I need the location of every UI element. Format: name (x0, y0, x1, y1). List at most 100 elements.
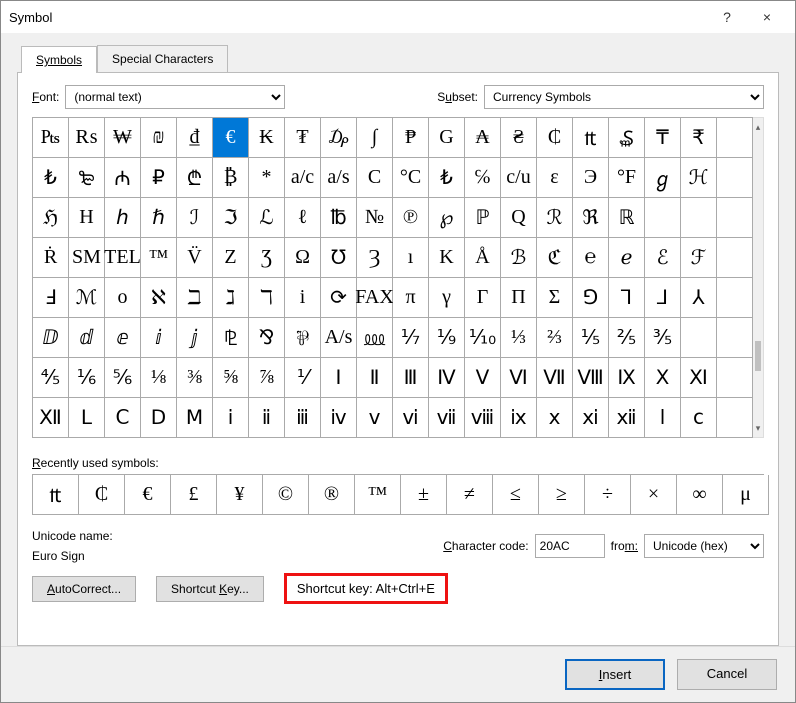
symbol-cell[interactable]: ₱ (393, 118, 429, 158)
symbol-cell[interactable]: ₻ (69, 158, 105, 198)
symbol-cell[interactable]: Ⅹ (645, 358, 681, 398)
symbol-cell[interactable]: Q (501, 198, 537, 238)
recent-symbol-cell[interactable]: ∞ (677, 475, 723, 515)
scroll-thumb[interactable] (755, 341, 761, 371)
symbol-cell[interactable] (717, 358, 753, 398)
symbol-cell[interactable]: ₫ (177, 118, 213, 158)
symbol-cell[interactable]: Ȝ (357, 238, 393, 278)
symbol-cell[interactable]: Ⅎ (33, 278, 69, 318)
symbol-cell[interactable]: °F (609, 158, 645, 198)
recent-symbol-cell[interactable]: ₵ (79, 475, 125, 515)
symbol-cell[interactable]: ⅲ (285, 398, 321, 438)
recent-symbol-cell[interactable]: ® (309, 475, 355, 515)
symbol-cell[interactable]: ⅜ (177, 358, 213, 398)
symbol-cell[interactable]: ℵ (141, 278, 177, 318)
symbol-cell[interactable]: ℑ (213, 198, 249, 238)
recent-symbol-cell[interactable]: × (631, 475, 677, 515)
symbol-cell[interactable]: Ⅾ (141, 398, 177, 438)
symbol-cell[interactable]: ⟳ (321, 278, 357, 318)
symbol-cell[interactable]: ⅽ (681, 398, 717, 438)
symbol-cell[interactable]: γ (429, 278, 465, 318)
symbol-cell[interactable]: ⅔ (537, 318, 573, 358)
insert-button[interactable]: Insert (565, 659, 665, 690)
symbol-cell[interactable]: ο (105, 278, 141, 318)
symbol-cell[interactable]: Ⅴ (465, 358, 501, 398)
symbol-cell[interactable]: ℭ (537, 238, 573, 278)
grid-scrollbar[interactable]: ▴ ▾ (753, 117, 764, 438)
font-select[interactable]: (normal text) (65, 85, 285, 109)
symbol-cell[interactable]: a/s (321, 158, 357, 198)
symbol-cell[interactable]: c/u (501, 158, 537, 198)
recent-symbol-cell[interactable]: μ (723, 475, 769, 515)
symbol-cell[interactable]: ℅ (465, 158, 501, 198)
symbol-cell[interactable]: ₩ (105, 118, 141, 158)
recent-symbol-cell[interactable]: ¥ (217, 475, 263, 515)
symbol-cell[interactable]: H (69, 198, 105, 238)
symbol-cell[interactable]: ₳ (465, 118, 501, 158)
symbol-cell[interactable]: ⅙ (69, 358, 105, 398)
symbol-cell[interactable]: ₼ (105, 158, 141, 198)
recent-symbol-cell[interactable]: ≠ (447, 475, 493, 515)
symbol-cell[interactable]: ℎ (105, 198, 141, 238)
symbol-cell[interactable]: TEL (105, 238, 141, 278)
symbol-cell[interactable]: ₮ (285, 118, 321, 158)
symbol-cell[interactable]: ⅓ (501, 318, 537, 358)
symbol-cell[interactable]: ℬ (501, 238, 537, 278)
symbol-cell[interactable]: ℒ (249, 198, 285, 238)
symbol-cell[interactable]: ℷ (213, 278, 249, 318)
symbol-cell[interactable]: Ⅽ (105, 398, 141, 438)
symbol-cell[interactable]: ⅑ (429, 318, 465, 358)
symbol-cell[interactable]: Ω (285, 238, 321, 278)
symbol-cell[interactable]: Э (573, 158, 609, 198)
symbol-cell[interactable] (717, 318, 753, 358)
symbol-cell[interactable]: Ⅵ (501, 358, 537, 398)
symbol-grid[interactable]: ₧₨₩₪₫€₭₮₯∫₱G₳₴₵₶₷₸₹₺₻₼₽₾₿*a/ca/sC°C₺℅c/u… (32, 117, 753, 438)
tab-special-characters[interactable]: Special Characters (97, 45, 228, 72)
symbol-cell[interactable] (717, 158, 753, 198)
symbol-cell[interactable]: a/c (285, 158, 321, 198)
scroll-down-icon[interactable]: ▾ (753, 419, 763, 437)
symbol-cell[interactable]: Ⅸ (609, 358, 645, 398)
close-button[interactable]: × (747, 3, 787, 31)
symbol-cell[interactable]: ∫ (357, 118, 393, 158)
symbol-cell[interactable]: ℙ (465, 198, 501, 238)
symbol-cell[interactable]: ℏ (141, 198, 177, 238)
symbol-cell[interactable]: Ⅺ (681, 358, 717, 398)
symbol-cell[interactable]: ℮ (573, 238, 609, 278)
symbol-cell[interactable]: ₷ (609, 118, 645, 158)
recent-symbol-cell[interactable]: ™ (355, 475, 401, 515)
symbol-cell[interactable]: Z (213, 238, 249, 278)
symbol-cell[interactable]: ⅒ (465, 318, 501, 358)
symbol-cell[interactable]: Ⅶ (537, 358, 573, 398)
symbol-cell[interactable]: Ⅰ (321, 358, 357, 398)
symbol-cell[interactable]: ⅋ (249, 318, 285, 358)
symbol-cell[interactable]: ℰ (645, 238, 681, 278)
shortcut-key-button[interactable]: Shortcut Key... (156, 576, 264, 602)
symbol-cell[interactable] (681, 198, 717, 238)
symbol-cell[interactable]: FAX (357, 278, 393, 318)
symbol-cell[interactable]: Ⅱ (357, 358, 393, 398)
symbol-cell[interactable]: ⅚ (105, 358, 141, 398)
symbol-cell[interactable]: ₶ (573, 118, 609, 158)
symbol-cell[interactable]: ⅃ (645, 278, 681, 318)
symbol-cell[interactable]: Ṙ (33, 238, 69, 278)
symbol-cell[interactable]: Ⅳ (429, 358, 465, 398)
symbol-cell[interactable]: ₨ (69, 118, 105, 158)
symbol-cell[interactable]: Σ (537, 278, 573, 318)
symbol-cell[interactable]: G (429, 118, 465, 158)
symbol-cell[interactable]: ℘ (429, 198, 465, 238)
recent-symbol-cell[interactable]: ÷ (585, 475, 631, 515)
symbol-cell[interactable]: ₾ (177, 158, 213, 198)
symbol-cell[interactable]: ⅰ (213, 398, 249, 438)
scroll-up-icon[interactable]: ▴ (753, 118, 763, 136)
subset-select[interactable]: Currency Symbols (484, 85, 764, 109)
symbol-cell[interactable]: ℧ (321, 238, 357, 278)
symbol-cell[interactable]: € (213, 118, 249, 158)
recent-symbol-cell[interactable]: € (125, 475, 171, 515)
symbol-cell[interactable]: ⅳ (321, 398, 357, 438)
symbol-cell[interactable]: A/s (321, 318, 357, 358)
autocorrect-button[interactable]: AutoCorrect... (32, 576, 136, 602)
symbol-cell[interactable] (717, 118, 753, 158)
symbol-cell[interactable]: ⅶ (429, 398, 465, 438)
symbol-cell[interactable]: № (357, 198, 393, 238)
